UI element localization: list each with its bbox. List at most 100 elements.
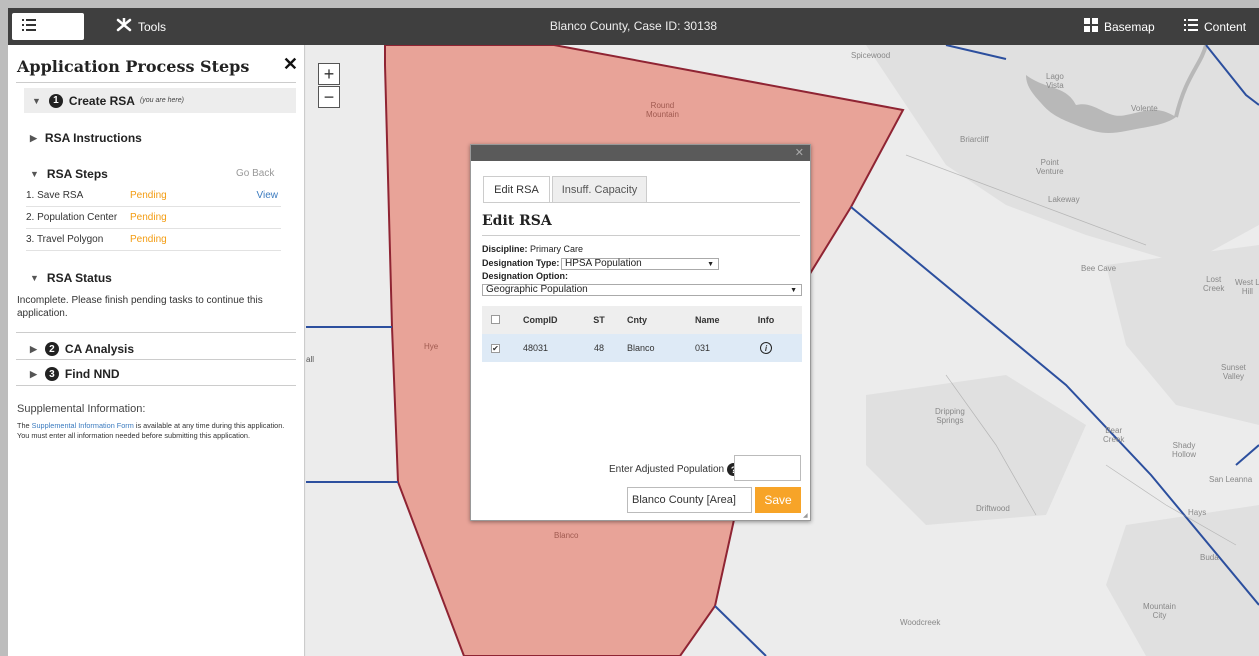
map-label-shady-hollow: Shady Hollow — [1172, 441, 1197, 459]
adjusted-population-text: Enter Adjusted Population — [609, 464, 725, 475]
header-cnty[interactable]: Cnty — [619, 315, 683, 325]
tab-edit-rsa[interactable]: Edit RSA — [483, 176, 550, 203]
discipline-value: Primary Care — [527, 244, 584, 254]
cell-st: 48 — [593, 343, 604, 353]
go-back-link[interactable]: Go Back — [236, 168, 274, 179]
rsa-status-label: RSA Status — [46, 271, 112, 285]
map-label-blanco: Blanco — [554, 531, 579, 540]
adjusted-population-label: Enter Adjusted Population ? — [609, 463, 741, 476]
basemap-button[interactable]: Basemap — [1074, 13, 1165, 40]
content-button[interactable]: Content — [1174, 13, 1256, 40]
step-find-nnd[interactable]: ▶ 3 Find NND — [30, 367, 296, 381]
header-info: Info — [757, 315, 775, 325]
designation-option-select[interactable]: Geographic Population ▼ — [482, 284, 802, 296]
dropdown-arrow-icon: ▼ — [790, 287, 797, 294]
map-label-lago-vista: Lago Vista — [1046, 72, 1064, 90]
caret-down-icon: ▼ — [30, 273, 39, 283]
select-all-cell — [482, 314, 515, 326]
step-name: 3. Travel Polygon — [26, 234, 104, 245]
close-icon[interactable]: ✕ — [795, 146, 804, 159]
dialog-titlebar[interactable]: ✕ — [471, 145, 810, 161]
divider — [16, 332, 296, 333]
supplemental-prefix: The — [17, 421, 32, 430]
map-label-volente: Volente — [1131, 104, 1158, 113]
table-row[interactable]: ✔ 48031 48 Blanco 031 i — [482, 334, 802, 362]
step-label: Create RSA — [68, 93, 135, 108]
resize-grip-icon[interactable]: ◢ — [803, 513, 809, 519]
tab-insuff-capacity[interactable]: Insuff. Capacity — [552, 176, 647, 203]
map-label-west-hill: West L Hill — [1235, 278, 1259, 296]
close-icon[interactable]: ✕ — [283, 54, 298, 75]
map-label-buda: Buda — [1200, 553, 1219, 562]
supplemental-text: The Supplemental Information Form is ava… — [17, 421, 295, 441]
map-label-hye: Hye — [424, 342, 439, 351]
caret-down-icon: ▼ — [30, 169, 39, 179]
map-label-bear-creek: Bear Creek — [1103, 426, 1125, 444]
map-label-point-venture: Point Venture — [1036, 158, 1064, 176]
zoom-out-button[interactable]: − — [318, 86, 340, 108]
cell-compid: 48031 — [523, 343, 549, 353]
map-label-sunset-valley: Sunset Valley — [1221, 363, 1246, 381]
you-are-here-note: (you are here) — [139, 97, 184, 104]
info-cell: i — [741, 342, 791, 354]
step-number-1-icon: 1 — [48, 93, 63, 108]
supplemental-title: Supplemental Information: — [17, 403, 146, 415]
dialog-heading: Edit RSA — [482, 213, 552, 229]
designation-type-label: Designation Type: — [482, 258, 559, 268]
divider — [482, 235, 800, 236]
basemap-icon — [1084, 18, 1098, 35]
step-number-2-icon: 2 — [44, 342, 59, 356]
step-label: Find NND — [64, 367, 120, 381]
step-status: Pending — [130, 212, 167, 223]
basemap-label: Basemap — [1104, 19, 1155, 34]
step-create-rsa[interactable]: ▼ 1 Create RSA (you are here) — [24, 88, 296, 113]
table-header: CompID ST Cnty Name Info — [482, 306, 802, 334]
map-label-all: all — [306, 355, 315, 364]
rsa-status-item[interactable]: ▼ RSA Status — [30, 271, 296, 285]
designation-type-label-text: Designation Type: — [482, 258, 560, 268]
designation-type-select[interactable]: HPSA Population ▼ — [561, 258, 719, 270]
zoom-in-button[interactable]: + — [318, 63, 340, 85]
header-compid[interactable]: CompID — [515, 315, 579, 325]
divider — [16, 82, 296, 83]
map-label-san-leanna: San Leanna — [1209, 475, 1253, 484]
step-ca-analysis[interactable]: ▶ 2 CA Analysis — [30, 342, 296, 356]
caret-right-icon: ▶ — [30, 368, 37, 379]
rsa-steps-label: RSA Steps — [46, 167, 108, 181]
supplemental-form-link[interactable]: Supplemental Information Form — [32, 421, 134, 430]
rsa-status-text: Incomplete. Please finish pending tasks … — [17, 295, 263, 319]
row-checkbox[interactable]: ✔ — [491, 344, 500, 353]
top-toolbar: Steps Tools Blanco County, Case ID: 3013… — [8, 8, 1259, 45]
select-all-checkbox[interactable] — [491, 314, 500, 324]
save-button[interactable]: Save — [755, 487, 801, 513]
discipline-label: Discipline: — [482, 244, 528, 254]
divider — [16, 385, 296, 386]
content-label: Content — [1204, 19, 1247, 34]
content-list-icon — [1184, 19, 1198, 34]
area-name-input[interactable]: Blanco County [Area] — [627, 487, 752, 513]
edit-rsa-dialog: ✕ Edit RSA Insuff. Capacity Edit RSA Dis… — [470, 144, 811, 521]
component-table: CompID ST Cnty Name Info ✔ 48031 48 Blan… — [482, 306, 802, 362]
step-name: 1. Save RSA — [26, 190, 84, 201]
app-frame: Steps Tools Blanco County, Case ID: 3013… — [8, 8, 1259, 656]
adjusted-population-input[interactable] — [734, 455, 801, 481]
header-name[interactable]: Name — [683, 315, 741, 325]
terrain-shading — [866, 45, 1259, 656]
rsa-instructions-item[interactable]: ▶ RSA Instructions — [30, 131, 296, 145]
info-icon[interactable]: i — [760, 342, 772, 354]
caret-right-icon: ▶ — [30, 343, 37, 354]
step-row: 2. Population Center Pending — [26, 207, 281, 229]
map-label-driftwood: Driftwood — [976, 504, 1010, 513]
caret-down-icon: ▼ — [32, 95, 41, 106]
map-label-bee-cave: Bee Cave — [1081, 264, 1117, 273]
cell-cnty: Blanco — [627, 343, 655, 353]
divider — [16, 359, 296, 360]
header-st[interactable]: ST — [579, 315, 619, 325]
map-label-mountain-city: Mountain City — [1143, 602, 1176, 620]
view-link[interactable]: View — [218, 190, 279, 201]
map-label-lakeway: Lakeway — [1048, 195, 1080, 204]
step-name: 2. Population Center — [26, 212, 118, 223]
step-number-3-icon: 3 — [44, 367, 59, 381]
map-label-briarcliff: Briarcliff — [960, 135, 989, 144]
map-label-round-mountain: Round Mountain — [646, 101, 679, 119]
